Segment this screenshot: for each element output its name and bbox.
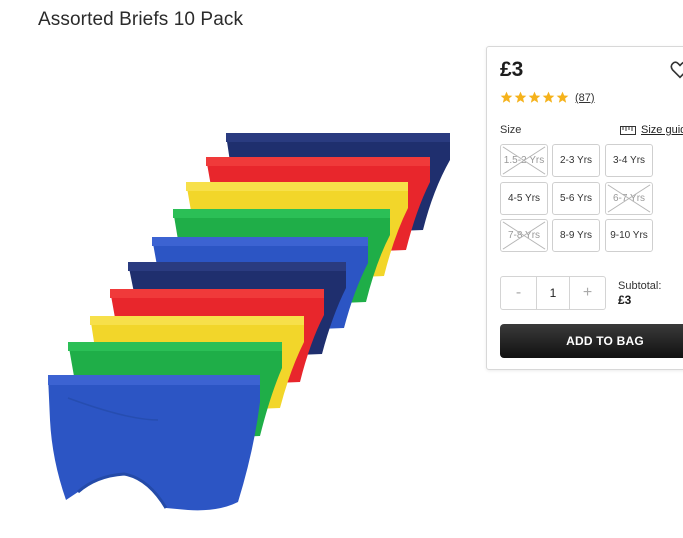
- subtotal: Subtotal: £3: [618, 279, 661, 307]
- quantity-increase-button[interactable]: +: [570, 277, 605, 309]
- size-option-label: 5-6 Yrs: [559, 193, 593, 204]
- size-guide-label: Size guid: [641, 124, 683, 136]
- size-option-button[interactable]: 1.5-2 Yrs: [500, 144, 548, 177]
- brief-blue-front: [48, 375, 260, 511]
- subtotal-label: Subtotal:: [618, 280, 662, 292]
- size-option-button[interactable]: 6-7 Yrs: [605, 182, 653, 215]
- rating: (87): [500, 91, 595, 104]
- size-option-label: 3-4 Yrs: [612, 155, 646, 166]
- unavailable-cross-icon: [502, 146, 546, 175]
- star-icon: [556, 91, 569, 103]
- wishlist-heart-icon[interactable]: [669, 59, 683, 81]
- review-count-link[interactable]: (87): [575, 92, 595, 104]
- unavailable-cross-icon: [607, 184, 651, 213]
- quantity-input[interactable]: 1: [536, 277, 570, 309]
- size-option-label: 9-10 Yrs: [610, 230, 648, 241]
- star-icon: [500, 91, 513, 103]
- price: £3: [500, 58, 524, 81]
- star-icon: [542, 91, 555, 103]
- buy-box: £3 (87) Size Size guid 1.5-2 Yrs 2-3 Yrs 3…: [486, 46, 683, 370]
- size-option-label: 8-9 Yrs: [559, 230, 593, 241]
- ruler-icon: [620, 125, 636, 135]
- size-option-button[interactable]: 2-3 Yrs: [552, 144, 600, 177]
- subtotal-value: £3: [618, 293, 632, 307]
- size-option-button[interactable]: 5-6 Yrs: [552, 182, 600, 215]
- size-option-label: 4-5 Yrs: [507, 193, 541, 204]
- product-image: [48, 133, 450, 511]
- size-label: Size: [500, 124, 522, 136]
- quantity-stepper: - 1 +: [500, 276, 606, 310]
- size-option-button[interactable]: 8-9 Yrs: [552, 219, 600, 252]
- star-icon: [514, 91, 527, 103]
- size-guide-link[interactable]: Size guid: [620, 124, 683, 136]
- quantity-decrease-button[interactable]: -: [501, 277, 536, 309]
- star-icon: [528, 91, 541, 103]
- size-option-button[interactable]: 3-4 Yrs: [605, 144, 653, 177]
- size-option-label: 2-3 Yrs: [559, 155, 593, 166]
- product-title: Assorted Briefs 10 Pack: [38, 9, 244, 30]
- size-option-button[interactable]: 7-8 Yrs: [500, 219, 548, 252]
- unavailable-cross-icon: [502, 221, 546, 250]
- size-option-button[interactable]: 9-10 Yrs: [605, 219, 653, 252]
- add-to-bag-button[interactable]: ADD TO BAG: [500, 324, 683, 358]
- size-option-button[interactable]: 4-5 Yrs: [500, 182, 548, 215]
